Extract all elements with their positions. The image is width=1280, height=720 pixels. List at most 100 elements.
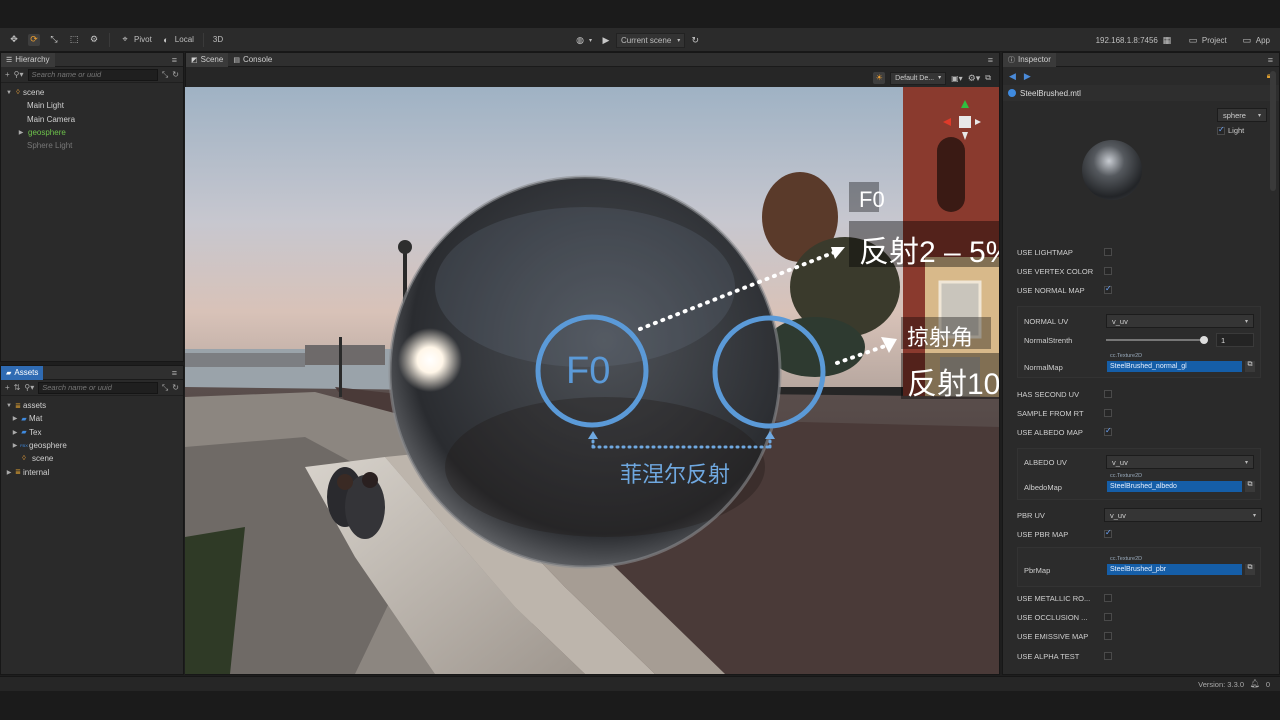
- bell-icon[interactable]: 🔔︎: [1250, 679, 1260, 688]
- pbr-uv-label: PBR UV: [1017, 510, 1045, 520]
- tree-item-main-camera[interactable]: Main Camera: [1, 113, 183, 126]
- panel-menu-icon[interactable]: ≡: [1268, 55, 1273, 65]
- asset-item-label: Tex: [29, 427, 42, 437]
- use-albedo-map-row: USE ALBEDO MAP: [1017, 426, 1083, 438]
- use-emissive-checkbox[interactable]: [1104, 632, 1112, 640]
- asset-item-geosphere[interactable]: ▶ FBX geosphere: [1, 439, 183, 452]
- use-alpha-test-checkbox[interactable]: [1104, 652, 1112, 660]
- camera-icon[interactable]: ▣▾: [951, 74, 963, 83]
- search-filter-icon[interactable]: ⚲▾: [14, 70, 24, 79]
- playback-controls: ◍ ▾ ▶ Current scene ▾ ↻: [570, 31, 705, 49]
- app-button[interactable]: ▭ App: [1237, 31, 1274, 49]
- expand-arrow-icon[interactable]: ▼: [5, 403, 13, 409]
- normal-strength-slider[interactable]: [1106, 339, 1204, 341]
- expand-arrow-icon[interactable]: ▼: [5, 90, 13, 96]
- use-metallic-checkbox[interactable]: [1104, 594, 1112, 602]
- gizmo-settings-button[interactable]: ⚙: [84, 31, 104, 49]
- play-button[interactable]: ▶: [596, 31, 616, 49]
- asset-item-scene[interactable]: ◊ scene: [1, 452, 183, 465]
- hierarchy-search-input[interactable]: Search name or uuid: [27, 68, 158, 81]
- select-asset-icon[interactable]: ⧉: [1245, 361, 1255, 372]
- forward-icon[interactable]: ▶: [1024, 71, 1031, 82]
- tree-item-scene[interactable]: ▼ ◊ scene: [1, 86, 183, 99]
- refresh-button[interactable]: ↻: [685, 31, 705, 49]
- expand-arrow-icon[interactable]: ▶: [5, 469, 13, 476]
- refresh-icon[interactable]: ↻: [172, 70, 179, 79]
- albedo-uv-select[interactable]: v_uv ▾: [1106, 455, 1254, 469]
- expand-arrow-icon[interactable]: ▶: [11, 442, 19, 449]
- folder-icon: ▭: [1242, 34, 1252, 45]
- tree-item-label: Main Light: [27, 101, 64, 111]
- panel-menu-icon[interactable]: ≡: [172, 55, 177, 65]
- panel-menu-icon[interactable]: ≡: [988, 55, 993, 65]
- tree-item-geosphere[interactable]: ▶ geosphere: [1, 126, 183, 139]
- normal-strength-input[interactable]: 1: [1216, 333, 1254, 347]
- expand-arrow-icon[interactable]: ▶: [11, 429, 19, 436]
- sample-from-rt-row: SAMPLE FROM RT: [1017, 407, 1084, 419]
- sort-icon[interactable]: ⇅: [14, 383, 21, 392]
- add-icon[interactable]: +: [5, 70, 10, 79]
- normal-uv-select[interactable]: v_uv ▾: [1106, 314, 1254, 328]
- normal-strength-label: NormalStrenth: [1024, 335, 1073, 345]
- slider-handle[interactable]: [1200, 336, 1208, 344]
- add-icon[interactable]: +: [5, 383, 10, 392]
- use-albedo-map-checkbox[interactable]: [1104, 426, 1112, 436]
- notification-count[interactable]: 0: [1266, 680, 1270, 689]
- use-normal-map-checkbox[interactable]: [1104, 284, 1112, 294]
- use-pbr-map-checkbox[interactable]: [1104, 528, 1112, 538]
- tab-scene[interactable]: ◩ Scene: [186, 52, 229, 67]
- asset-item-internal[interactable]: ▶ ≣ internal: [1, 465, 183, 478]
- ip-address[interactable]: 192.168.1.8:7456 ▦: [1092, 31, 1177, 49]
- search-filter-icon[interactable]: ⚲▾: [24, 383, 34, 392]
- use-lightmap-checkbox[interactable]: [1104, 248, 1112, 256]
- rect-tool-button[interactable]: ⬚: [64, 31, 84, 49]
- normal-map-field[interactable]: SteelBrushed_normal_gl: [1107, 361, 1242, 372]
- use-vertex-color-checkbox[interactable]: [1104, 267, 1112, 275]
- light-checkbox[interactable]: [1217, 125, 1225, 135]
- rotate-tool-button[interactable]: ⟳: [24, 31, 44, 49]
- back-icon[interactable]: ◀: [1009, 71, 1016, 82]
- maximize-icon[interactable]: ⧉: [985, 73, 991, 83]
- preview-shape-select[interactable]: sphere ▾: [1217, 108, 1267, 122]
- local-button[interactable]: ◐ Local: [156, 31, 198, 49]
- has-second-uv-checkbox[interactable]: [1104, 390, 1112, 398]
- pbr-map-field[interactable]: SteelBrushed_pbr: [1107, 564, 1242, 575]
- mode-3d-button[interactable]: 3D: [209, 31, 227, 49]
- tab-assets[interactable]: ▰ Assets: [1, 365, 44, 380]
- asset-item-mat[interactable]: ▶ ▰ Mat: [1, 412, 183, 425]
- panel-menu-icon[interactable]: ≡: [172, 368, 177, 378]
- refresh-icon: ↻: [691, 34, 700, 45]
- platform-select[interactable]: ◍ ▾: [570, 31, 596, 49]
- sample-from-rt-label: SAMPLE FROM RT: [1017, 408, 1084, 418]
- albedo-map-field[interactable]: SteelBrushed_albedo: [1107, 481, 1242, 492]
- asset-item-tex[interactable]: ▶ ▰ Tex: [1, 426, 183, 439]
- tab-hierarchy[interactable]: ☰ Hierarchy: [1, 52, 55, 67]
- scale-tool-button[interactable]: ⤡: [44, 31, 64, 49]
- assets-search-input[interactable]: Search name or uuid: [38, 381, 158, 394]
- gear-icon[interactable]: ⚙▾: [968, 73, 981, 84]
- use-occlusion-checkbox[interactable]: [1104, 613, 1112, 621]
- project-button[interactable]: ▭ Project: [1183, 31, 1231, 49]
- expand-arrow-icon[interactable]: ▶: [17, 129, 25, 136]
- tab-inspector[interactable]: ⓘ Inspector: [1003, 52, 1056, 67]
- expand-arrow-icon[interactable]: ▶: [11, 415, 19, 422]
- pbr-uv-select[interactable]: v_uv ▾: [1104, 508, 1262, 522]
- layer-select[interactable]: Default De... ▾: [890, 71, 947, 85]
- scene-select[interactable]: Current scene ▾: [616, 32, 686, 48]
- move-tool-button[interactable]: ✥: [4, 31, 24, 49]
- pivot-button[interactable]: ⌖ Pivot: [115, 31, 156, 49]
- tree-item-sphere-light[interactable]: Sphere Light: [1, 139, 183, 152]
- select-asset-icon[interactable]: ⧉: [1245, 481, 1255, 492]
- sample-from-rt-checkbox[interactable]: [1104, 409, 1112, 417]
- tab-console[interactable]: ▤ Console: [228, 53, 277, 67]
- select-asset-icon[interactable]: ⧉: [1245, 564, 1255, 575]
- light-icon[interactable]: ☀: [873, 72, 886, 84]
- refresh-icon[interactable]: ↻: [172, 383, 179, 392]
- tree-item-main-light[interactable]: Main Light: [1, 99, 183, 112]
- collapse-icon[interactable]: ⤡: [162, 70, 168, 80]
- scrollbar[interactable]: [1270, 71, 1276, 191]
- asset-item-assets[interactable]: ▼ ≣ assets: [1, 399, 183, 412]
- collapse-icon[interactable]: ⤡: [162, 383, 168, 393]
- pivot-icon: ⌖: [122, 34, 128, 44]
- scene-viewport[interactable]: F0 F0 反射2 – 5% 掠射角 反射100% 菲涅尔反射: [185, 87, 999, 674]
